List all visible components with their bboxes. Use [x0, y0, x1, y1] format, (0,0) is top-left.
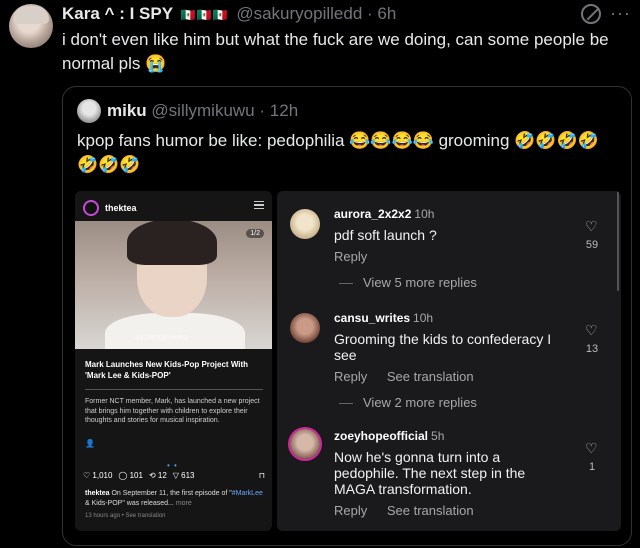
like-count: 13: [585, 343, 599, 355]
quote-text: kpop fans humor be like: pedophilia 😂😂😂😂…: [77, 131, 599, 174]
likes-count: ♡ 1,010: [83, 471, 113, 480]
commenter-avatar: [290, 209, 320, 239]
separator: ·: [367, 4, 373, 23]
quote-header: miku @sillymikuwu · 12h: [107, 101, 298, 121]
commenter-avatar: [290, 429, 320, 459]
tweet-text: i don't even like him but what the fuck …: [62, 30, 609, 73]
author-handle[interactable]: @sakuryopilledd: [236, 4, 362, 23]
flag-emojis: 🇲🇽🇲🇽🇲🇽: [180, 8, 229, 22]
more-options-icon[interactable]: ···: [610, 3, 631, 24]
heart-icon[interactable]: ♡: [585, 441, 599, 455]
comment-actions: Reply See translation: [334, 503, 490, 518]
quote-avatar[interactable]: [77, 99, 101, 123]
heart-icon[interactable]: ♡: [585, 219, 599, 233]
heart-icon[interactable]: ♡: [585, 323, 599, 337]
bookmark-icon: ⊓: [258, 471, 265, 480]
grok-icon[interactable]: [581, 4, 601, 24]
tweet-time[interactable]: 6h: [377, 4, 396, 23]
caption-rest: & Kids-POP" was released...: [85, 500, 174, 507]
like-count: 59: [585, 239, 599, 251]
caption-account: thektea: [85, 490, 110, 497]
comment-user: zoeyhopeofficial 5h: [334, 429, 445, 443]
comment-text: Now he's gonna turn into a pedophile. Th…: [334, 449, 526, 497]
reply-link[interactable]: Reply: [334, 249, 367, 264]
photo-caption: #마크의지금이보여요: [135, 336, 189, 342]
commenter-avatar: [290, 313, 320, 343]
reposts-count: ⟲ 12: [148, 471, 167, 480]
quote-author-handle[interactable]: @sillymikuwu: [151, 101, 254, 120]
comment-user: aurora_2x2x2 10h: [334, 207, 435, 221]
comment-text: Grooming the kids to confederacy I see: [334, 331, 552, 363]
post-body: Former NCT member, Mark, has launched a …: [85, 398, 260, 424]
quote-time[interactable]: 12h: [270, 101, 298, 120]
quote-author-name[interactable]: miku: [107, 101, 147, 120]
caption-hashtag: #MarkLee: [231, 490, 263, 497]
post-caption: thektea On September 11, the first episo…: [85, 489, 265, 509]
quoted-tweet[interactable]: miku @sillymikuwu · 12h kpop fans humor …: [62, 86, 632, 546]
scrollbar: [617, 191, 619, 291]
post-account-name: thektea: [105, 203, 137, 213]
author-name[interactable]: Kara ^: [62, 4, 114, 23]
comment-text: pdf soft launch ?: [334, 227, 437, 243]
tweet-header: Kara ^ : I SPY 🇲🇽🇲🇽🇲🇽 @sakuryopilledd · …: [62, 4, 396, 25]
comments-image[interactable]: aurora_2x2x2 10h pdf soft launch ? Reply …: [277, 191, 621, 531]
menu-icon: [254, 201, 264, 209]
post-actions: ♡ 1,010 ◯ 101 ⟲ 12 ▽ 613 ⊓: [83, 471, 265, 480]
person-icon: 👤: [85, 439, 95, 448]
post-account: thektea: [83, 199, 137, 217]
post-headline: Mark Launches New Kids-Pop Project With …: [85, 360, 249, 380]
page-indicator: 1/2: [246, 229, 264, 238]
author-avatar[interactable]: [9, 4, 53, 48]
account-logo-icon: [83, 200, 99, 216]
carousel-dots: • •: [167, 461, 178, 470]
like-count: 1: [588, 461, 596, 473]
divider: [85, 389, 263, 390]
comments-count: ◯ 101: [118, 471, 143, 480]
author-name-suffix[interactable]: : I SPY: [119, 4, 173, 23]
comment-user: cansu_writes 10h: [334, 311, 434, 325]
separator: ·: [259, 101, 266, 120]
post-footer: 13 hours ago • See translation: [85, 513, 166, 519]
comment-actions: Reply: [334, 249, 383, 264]
view-more-replies[interactable]: View 2 more replies: [363, 395, 477, 410]
view-more-replies[interactable]: View 5 more replies: [363, 275, 477, 290]
instagram-post-image[interactable]: thektea 1/2 #마크의지금이보여요 Mark Launches New…: [75, 191, 272, 531]
shares-count: ▽ 613: [172, 471, 195, 480]
reply-link[interactable]: Reply: [334, 369, 367, 384]
see-translation-link[interactable]: See translation: [387, 503, 474, 518]
post-photo: 1/2 #마크의지금이보여요: [75, 221, 272, 349]
reply-link[interactable]: Reply: [334, 503, 367, 518]
caption-text: On September 11, the first episode of ": [111, 490, 232, 497]
comment-actions: Reply See translation: [334, 369, 490, 384]
see-translation-link[interactable]: See translation: [387, 369, 474, 384]
caption-more: more: [175, 500, 192, 507]
